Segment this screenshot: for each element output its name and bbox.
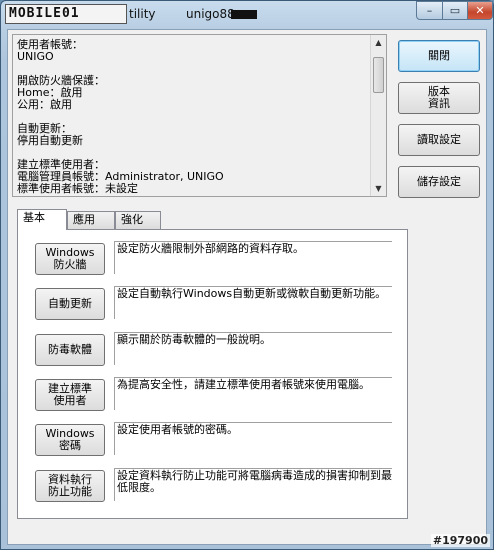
close-window-button[interactable]: ✕ (467, 1, 493, 20)
app-window: MOBILE01 tility unigo88 – ▭ ✕ 使用者帳號： UNI… (0, 0, 494, 550)
create-standard-user-button[interactable]: 建立標準 使用者 (35, 379, 105, 411)
antivirus-button[interactable]: 防毒軟體 (35, 334, 105, 366)
version-info-button[interactable]: 版本 資訊 (398, 82, 480, 114)
dep-description: 設定資料執行防止功能可將電腦病毒造成的損害抑制到最低限度。 (114, 468, 392, 501)
antivirus-description: 顯示關於防毒軟體的一般說明。 (114, 332, 392, 365)
tab-panel-basic: Windows 防火牆 設定防火牆限制外部網路的資料存取。 自動更新 設定自動執… (17, 229, 408, 519)
windows-password-description: 設定使用者帳號的密碼。 (114, 422, 392, 455)
client-area: 使用者帳號： UNIGO 開啟防火牆保護： Home：啟用 公用：啟用 自動更新… (7, 29, 487, 545)
tab-applications[interactable]: 應用 (67, 211, 115, 229)
minimize-button[interactable]: – (416, 1, 443, 20)
info-line: 公用：啟用 (17, 98, 72, 111)
auto-update-button[interactable]: 自動更新 (35, 288, 105, 320)
title-username: unigo88 (186, 7, 235, 21)
scroll-thumb[interactable] (373, 57, 384, 93)
info-line: UNIGO (17, 50, 54, 63)
mobile01-logo: MOBILE01 (5, 4, 127, 24)
firewall-button-label-2: 防火牆 (53, 258, 87, 271)
create-standard-user-description: 為提高安全性，請建立標準使用者帳號來使用電腦。 (114, 377, 392, 410)
window-title: tility (129, 7, 156, 21)
info-line: 標準使用者帳號：未設定 (17, 182, 138, 195)
auto-update-description: 設定自動執行Windows自動更新或微軟自動更新功能。 (114, 286, 392, 319)
image-watermark: #197900 (430, 534, 490, 547)
create-user-label-2: 使用者 (53, 394, 87, 407)
firewall-description: 設定防火牆限制外部網路的資料存取。 (114, 241, 392, 274)
info-line: 使用者帳號： (17, 38, 83, 51)
load-settings-button[interactable]: 讀取設定 (398, 124, 480, 156)
status-info-text: 使用者帳號： UNIGO 開啟防火牆保護： Home：啟用 公用：啟用 自動更新… (17, 39, 372, 195)
info-line: 停用自動更新 (17, 134, 83, 147)
version-info-label-2: 資訊 (428, 97, 450, 110)
tab-hardening[interactable]: 強化 (115, 211, 161, 229)
scroll-up-icon[interactable]: ▲ (371, 35, 386, 50)
title-bar[interactable]: MOBILE01 tility unigo88 – ▭ ✕ (1, 1, 493, 29)
close-button[interactable]: 關閉 (398, 40, 480, 72)
tab-basic[interactable]: 基本 (17, 209, 67, 230)
status-info-box[interactable]: 使用者帳號： UNIGO 開啟防火牆保護： Home：啟用 公用：啟用 自動更新… (12, 34, 387, 197)
dep-button[interactable]: 資料執行 防止功能 (35, 470, 105, 502)
password-label-2: 密碼 (59, 439, 81, 452)
info-scrollbar[interactable]: ▲ ▼ (370, 35, 386, 196)
maximize-button[interactable]: ▭ (442, 1, 468, 20)
save-settings-button[interactable]: 儲存設定 (398, 166, 480, 198)
windows-password-button[interactable]: Windows 密碼 (35, 424, 105, 456)
scroll-down-icon[interactable]: ▼ (371, 181, 386, 196)
dep-label-2: 防止功能 (48, 485, 92, 498)
firewall-button[interactable]: Windows 防火牆 (35, 243, 105, 275)
redaction-bar (231, 10, 257, 19)
